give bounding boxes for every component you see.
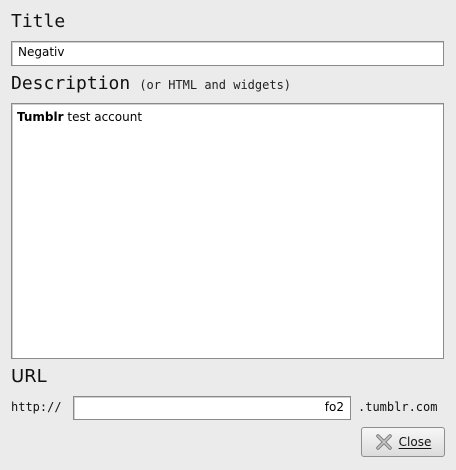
description-text: test account bbox=[63, 110, 143, 124]
description-heading-row: Description (or HTML and widgets) bbox=[11, 73, 291, 94]
url-input-value: fo2 bbox=[324, 400, 344, 414]
url-heading: URL bbox=[11, 366, 47, 387]
url-suffix: .tumblr.com bbox=[358, 400, 438, 414]
description-textarea[interactable]: Tumblr test account bbox=[11, 103, 444, 359]
close-button[interactable]: Close bbox=[361, 427, 445, 457]
description-hint: (or HTML and widgets) bbox=[139, 78, 292, 92]
url-prefix: http:// bbox=[11, 400, 62, 414]
title-heading: Title bbox=[11, 11, 66, 32]
description-heading: Description bbox=[11, 73, 131, 94]
title-input-value: Negativ bbox=[18, 45, 65, 59]
url-input[interactable]: fo2 bbox=[73, 396, 351, 420]
close-x-icon bbox=[375, 433, 393, 451]
title-input[interactable]: Negativ bbox=[11, 41, 444, 66]
close-button-label: Close bbox=[398, 435, 432, 449]
description-bold-text: Tumblr bbox=[17, 110, 64, 124]
